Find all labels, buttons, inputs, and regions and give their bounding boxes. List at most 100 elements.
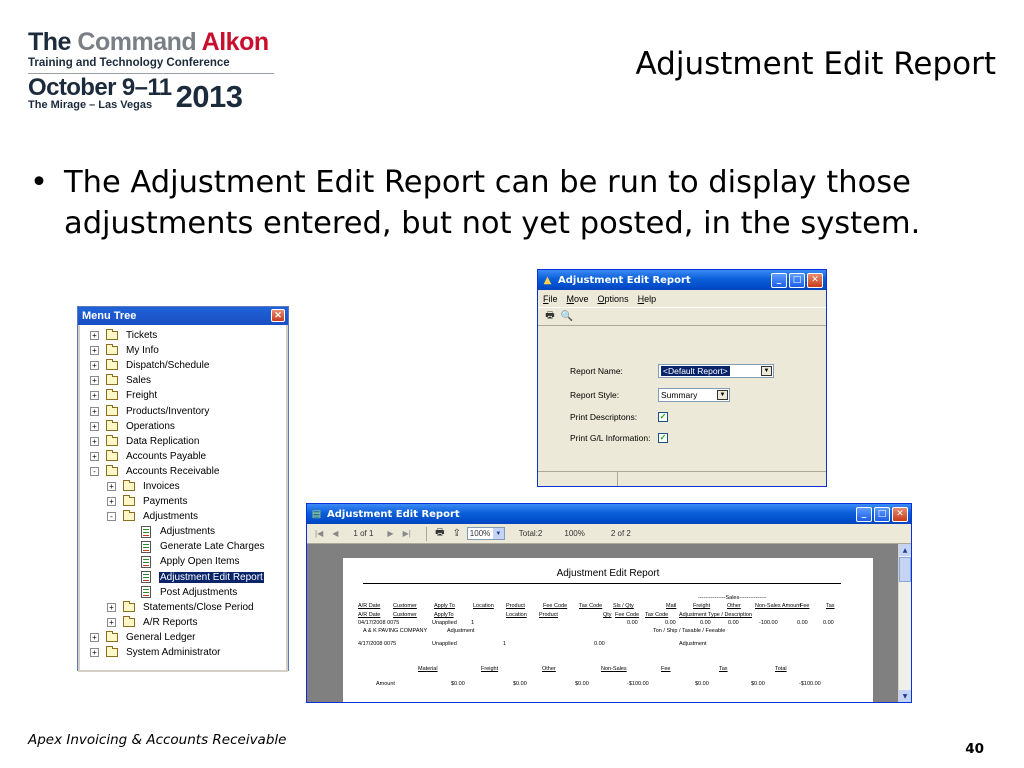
- menu-help[interactable]: Help: [638, 294, 657, 304]
- tree-item[interactable]: + Tickets: [80, 328, 286, 343]
- print-preview-icon[interactable]: 🔍: [560, 310, 574, 323]
- report-name-select[interactable]: <Default Report> ▼: [658, 364, 774, 378]
- expand-icon[interactable]: +: [107, 617, 116, 627]
- scroll-down-icon[interactable]: ▼: [899, 690, 911, 702]
- report-title: Adjustment Edit Report: [556, 568, 660, 579]
- tree-item-label[interactable]: General Ledger: [125, 632, 197, 643]
- expand-icon[interactable]: +: [107, 497, 116, 507]
- next-page-icon[interactable]: ▶: [387, 529, 393, 538]
- tree-item-label[interactable]: Statements/Close Period: [142, 602, 255, 613]
- folder-icon: [105, 449, 119, 462]
- tree-item-label[interactable]: Dispatch/Schedule: [125, 360, 210, 371]
- collapse-icon[interactable]: -: [107, 512, 116, 522]
- tree-item-label[interactable]: Sales: [125, 375, 152, 386]
- export-icon[interactable]: ⇪: [450, 527, 464, 540]
- close-icon[interactable]: ✕: [271, 309, 285, 322]
- tree-item-label[interactable]: Tickets: [125, 330, 158, 341]
- first-page-icon[interactable]: |◀: [315, 529, 323, 538]
- maximize-icon[interactable]: □: [874, 506, 890, 522]
- tree-item-label[interactable]: Payments: [142, 496, 188, 507]
- expand-icon[interactable]: +: [90, 346, 99, 356]
- tree-item-label[interactable]: Accounts Payable: [125, 451, 207, 462]
- tree-item[interactable]: + My Info: [80, 343, 286, 358]
- minimize-icon[interactable]: _: [856, 506, 872, 522]
- tree-item-label[interactable]: Generate Late Charges: [159, 541, 266, 552]
- menu-options[interactable]: Options: [598, 294, 629, 304]
- tree-item[interactable]: Adjustment Edit Report: [80, 570, 286, 585]
- chevron-down-icon[interactable]: ▼: [492, 528, 504, 539]
- tree-item-label[interactable]: Data Replication: [125, 436, 200, 447]
- tree-item-label[interactable]: Post Adjustments: [159, 587, 238, 598]
- tree-item-label[interactable]: A/R Reports: [142, 617, 198, 628]
- expand-icon[interactable]: +: [90, 376, 99, 386]
- tree-item[interactable]: + Payments: [80, 494, 286, 509]
- expand-icon[interactable]: +: [90, 436, 99, 446]
- chevron-down-icon[interactable]: ▼: [761, 366, 772, 376]
- tree-item[interactable]: + Dispatch/Schedule: [80, 358, 286, 373]
- tree-item[interactable]: Apply Open Items: [80, 554, 286, 569]
- expand-icon[interactable]: +: [107, 602, 116, 612]
- expand-icon[interactable]: +: [90, 391, 99, 401]
- tree-item-label[interactable]: Invoices: [142, 481, 181, 492]
- tree-item[interactable]: + System Administrator: [80, 645, 286, 660]
- expand-icon[interactable]: +: [90, 632, 99, 642]
- expand-icon[interactable]: +: [90, 406, 99, 416]
- tree-item[interactable]: + Data Replication: [80, 434, 286, 449]
- menu-file[interactable]: File: [543, 294, 558, 304]
- print-icon[interactable]: 🖶: [543, 310, 557, 323]
- tree-item[interactable]: + Operations: [80, 419, 286, 434]
- expand-icon[interactable]: +: [90, 451, 99, 461]
- expand-icon[interactable]: +: [90, 331, 99, 341]
- last-page-icon[interactable]: ▶|: [403, 529, 411, 538]
- tree-item[interactable]: Post Adjustments: [80, 585, 286, 600]
- expand-icon[interactable]: +: [90, 648, 99, 658]
- tree-item[interactable]: + Invoices: [80, 479, 286, 494]
- report-canvas[interactable]: Adjustment Edit Report ---------------Sa…: [307, 544, 899, 702]
- tree-item-label[interactable]: My Info: [125, 345, 160, 356]
- print-descriptions-checkbox[interactable]: ✓: [658, 412, 668, 422]
- print-icon[interactable]: 🖶: [433, 527, 447, 540]
- print-gl-checkbox[interactable]: ✓: [658, 433, 668, 443]
- tree-item-label[interactable]: System Administrator: [125, 647, 221, 658]
- close-icon[interactable]: ✕: [807, 272, 823, 288]
- tree-item-label[interactable]: Adjustments: [159, 526, 216, 537]
- chevron-down-icon[interactable]: ▼: [717, 390, 728, 400]
- scroll-up-icon[interactable]: ▲: [899, 544, 911, 556]
- report-cell: -100.00: [759, 620, 778, 626]
- tree-item[interactable]: Adjustments: [80, 524, 286, 539]
- report-style-select[interactable]: Summary ▼: [658, 388, 730, 402]
- maximize-icon[interactable]: □: [789, 272, 805, 288]
- tree-item[interactable]: + General Ledger: [80, 630, 286, 645]
- menu-move[interactable]: Move: [567, 294, 589, 304]
- tree-item-label[interactable]: Products/Inventory: [125, 406, 210, 417]
- scroll-thumb[interactable]: [899, 557, 911, 582]
- expand-icon[interactable]: +: [90, 421, 99, 431]
- zoom-select[interactable]: 100% ▼: [466, 527, 505, 540]
- close-icon[interactable]: ✕: [892, 506, 908, 522]
- tree-item[interactable]: - Adjustments: [80, 509, 286, 524]
- tree-item-label[interactable]: Operations: [125, 421, 176, 432]
- collapse-icon[interactable]: -: [90, 466, 99, 476]
- tree-item-label[interactable]: Adjustments: [142, 511, 199, 522]
- dialog-toolbar: 🖶 🔍: [538, 307, 826, 326]
- previous-page-icon[interactable]: ◀: [332, 529, 338, 538]
- tree-item-label[interactable]: Accounts Receivable: [125, 466, 220, 477]
- tree-item[interactable]: + Freight: [80, 388, 286, 403]
- folder-shape: [123, 615, 135, 627]
- tree-item[interactable]: + Accounts Payable: [80, 449, 286, 464]
- tree-item-label[interactable]: Adjustment Edit Report: [159, 571, 264, 583]
- expand-icon[interactable]: +: [90, 361, 99, 371]
- tree-item-label[interactable]: Apply Open Items: [159, 556, 240, 567]
- tree-item[interactable]: + Products/Inventory: [80, 403, 286, 418]
- tree-item[interactable]: + A/R Reports: [80, 615, 286, 630]
- tree-item[interactable]: + Statements/Close Period: [80, 600, 286, 615]
- tree-item[interactable]: Generate Late Charges: [80, 539, 286, 554]
- minimize-icon[interactable]: _: [771, 272, 787, 288]
- tree-item[interactable]: + Sales: [80, 373, 286, 388]
- print-descriptions-row: Print Descriptons: ✓: [570, 412, 668, 422]
- vertical-scrollbar[interactable]: ▲ ▼: [898, 544, 911, 702]
- tree-item-label[interactable]: Freight: [125, 390, 158, 401]
- folder-shape: [106, 389, 118, 401]
- tree-item[interactable]: - Accounts Receivable: [80, 464, 286, 479]
- expand-icon[interactable]: +: [107, 481, 116, 491]
